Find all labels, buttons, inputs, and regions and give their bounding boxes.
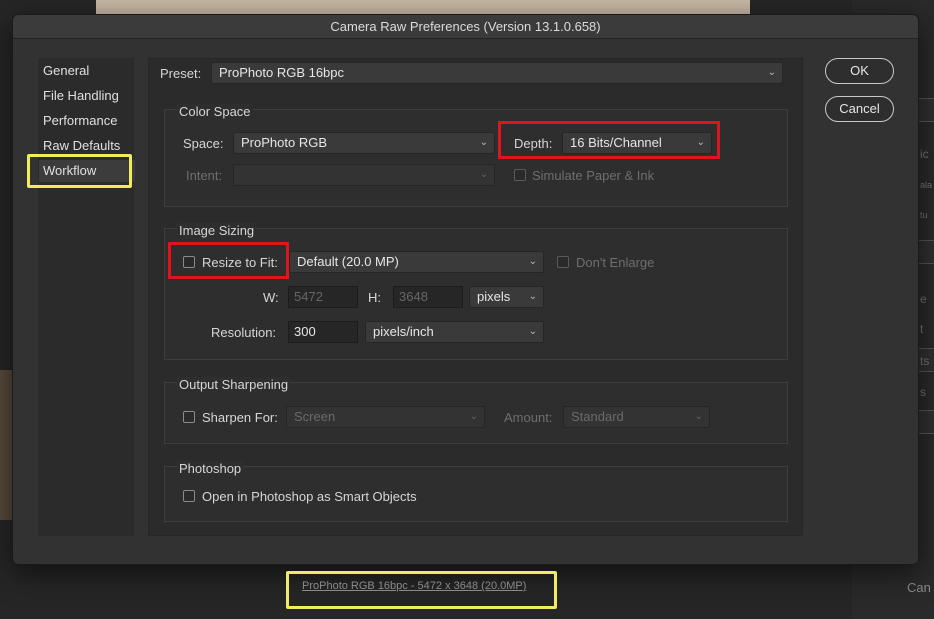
- sidebar-item-general[interactable]: General: [43, 60, 89, 82]
- height-label: H:: [368, 290, 381, 305]
- chevron-down-icon: ⌄: [479, 169, 488, 180]
- preset-select[interactable]: ProPhoto RGB 16bpc ⌄: [211, 62, 783, 84]
- chevron-down-icon: ⌄: [528, 291, 537, 302]
- output-sharpening-group: Output Sharpening Sharpen For: Screen ⌄ …: [164, 377, 788, 444]
- sharpen-for-value: Screen: [294, 409, 336, 424]
- depth-highlight: [498, 121, 720, 159]
- chevron-down-icon: ⌄: [479, 137, 488, 148]
- resolution-units-value: pixels/inch: [373, 324, 434, 339]
- dont-enlarge-label: Don't Enlarge: [576, 255, 655, 270]
- height-input[interactable]: 3648: [393, 286, 463, 308]
- chevron-down-icon: ⌄: [528, 326, 537, 337]
- chevron-down-icon: ⌄: [528, 256, 537, 267]
- size-units-value: pixels: [477, 289, 511, 304]
- dont-enlarge-checkbox[interactable]: [557, 256, 569, 268]
- background-cancel-text: Can: [907, 580, 931, 595]
- dialog-title: Camera Raw Preferences (Version 13.1.0.6…: [13, 15, 918, 39]
- smart-objects-label: Open in Photoshop as Smart Objects: [202, 489, 417, 504]
- space-select[interactable]: ProPhoto RGB ⌄: [233, 132, 495, 154]
- preset-value: ProPhoto RGB 16bpc: [219, 65, 345, 80]
- chevron-down-icon: ⌄: [694, 411, 703, 422]
- sidebar-item-file-handling[interactable]: File Handling: [43, 85, 119, 107]
- background-right-field: [918, 98, 934, 122]
- background-right-text: e: [920, 292, 927, 306]
- background-right-field: [918, 240, 934, 264]
- sharpen-for-checkbox[interactable]: [183, 411, 195, 423]
- background-photo: [96, 0, 750, 14]
- resize-highlight: [168, 242, 289, 279]
- intent-label: Intent:: [186, 168, 223, 183]
- simulate-paper-checkbox[interactable]: [514, 169, 526, 181]
- smart-objects-checkbox[interactable]: [183, 490, 195, 502]
- workflow-highlight: [27, 154, 132, 188]
- space-label: Space:: [183, 136, 224, 151]
- size-units-select[interactable]: pixels ⌄: [469, 286, 544, 308]
- preset-label: Preset:: [160, 66, 202, 81]
- output-sharpening-title: Output Sharpening: [177, 377, 291, 392]
- chevron-down-icon: ⌄: [469, 411, 478, 422]
- width-input[interactable]: 5472: [288, 286, 358, 308]
- cancel-button[interactable]: Cancel: [825, 96, 894, 122]
- preferences-dialog: Camera Raw Preferences (Version 13.1.0.6…: [12, 14, 919, 565]
- image-sizing-title: Image Sizing: [177, 223, 257, 238]
- resize-to-fit-value: Default (20.0 MP): [297, 254, 399, 269]
- sharpen-for-label: Sharpen For:: [202, 410, 278, 425]
- sidebar-item-performance[interactable]: Performance: [43, 110, 117, 132]
- amount-label: Amount:: [504, 410, 553, 425]
- simulate-paper-label: Simulate Paper & Ink: [532, 168, 655, 183]
- background-right-text: tu: [920, 210, 928, 220]
- resize-to-fit-select[interactable]: Default (20.0 MP) ⌄: [289, 251, 544, 273]
- sharpen-for-select[interactable]: Screen ⌄: [286, 406, 485, 428]
- resolution-label: Resolution:: [211, 325, 277, 340]
- ok-button[interactable]: OK: [825, 58, 894, 84]
- background-left-filmstrip: [0, 370, 12, 520]
- chevron-down-icon: ⌄: [767, 67, 776, 78]
- amount-select[interactable]: Standard ⌄: [563, 406, 710, 428]
- photoshop-group: Photoshop Open in Photoshop as Smart Obj…: [164, 461, 788, 522]
- resolution-input[interactable]: 300: [288, 321, 358, 343]
- color-space-title: Color Space: [177, 104, 253, 119]
- background-right-field: [918, 410, 934, 434]
- preferences-sidebar: General File Handling Performance Raw De…: [38, 58, 135, 536]
- background-right-text: ic: [920, 147, 929, 161]
- workflow-options-link[interactable]: ProPhoto RGB 16bpc - 5472 x 3648 (20.0MP…: [302, 580, 526, 592]
- width-label: W:: [263, 290, 279, 305]
- background-right-text: ala: [920, 180, 933, 190]
- resolution-units-select[interactable]: pixels/inch ⌄: [365, 321, 544, 343]
- background-right-text: s: [920, 385, 926, 399]
- photoshop-title: Photoshop: [177, 461, 244, 476]
- background-right-text: ts: [920, 354, 930, 368]
- space-value: ProPhoto RGB: [241, 135, 327, 150]
- intent-select[interactable]: ⌄: [233, 164, 495, 186]
- amount-value: Standard: [571, 409, 624, 424]
- background-right-text: t: [920, 322, 924, 336]
